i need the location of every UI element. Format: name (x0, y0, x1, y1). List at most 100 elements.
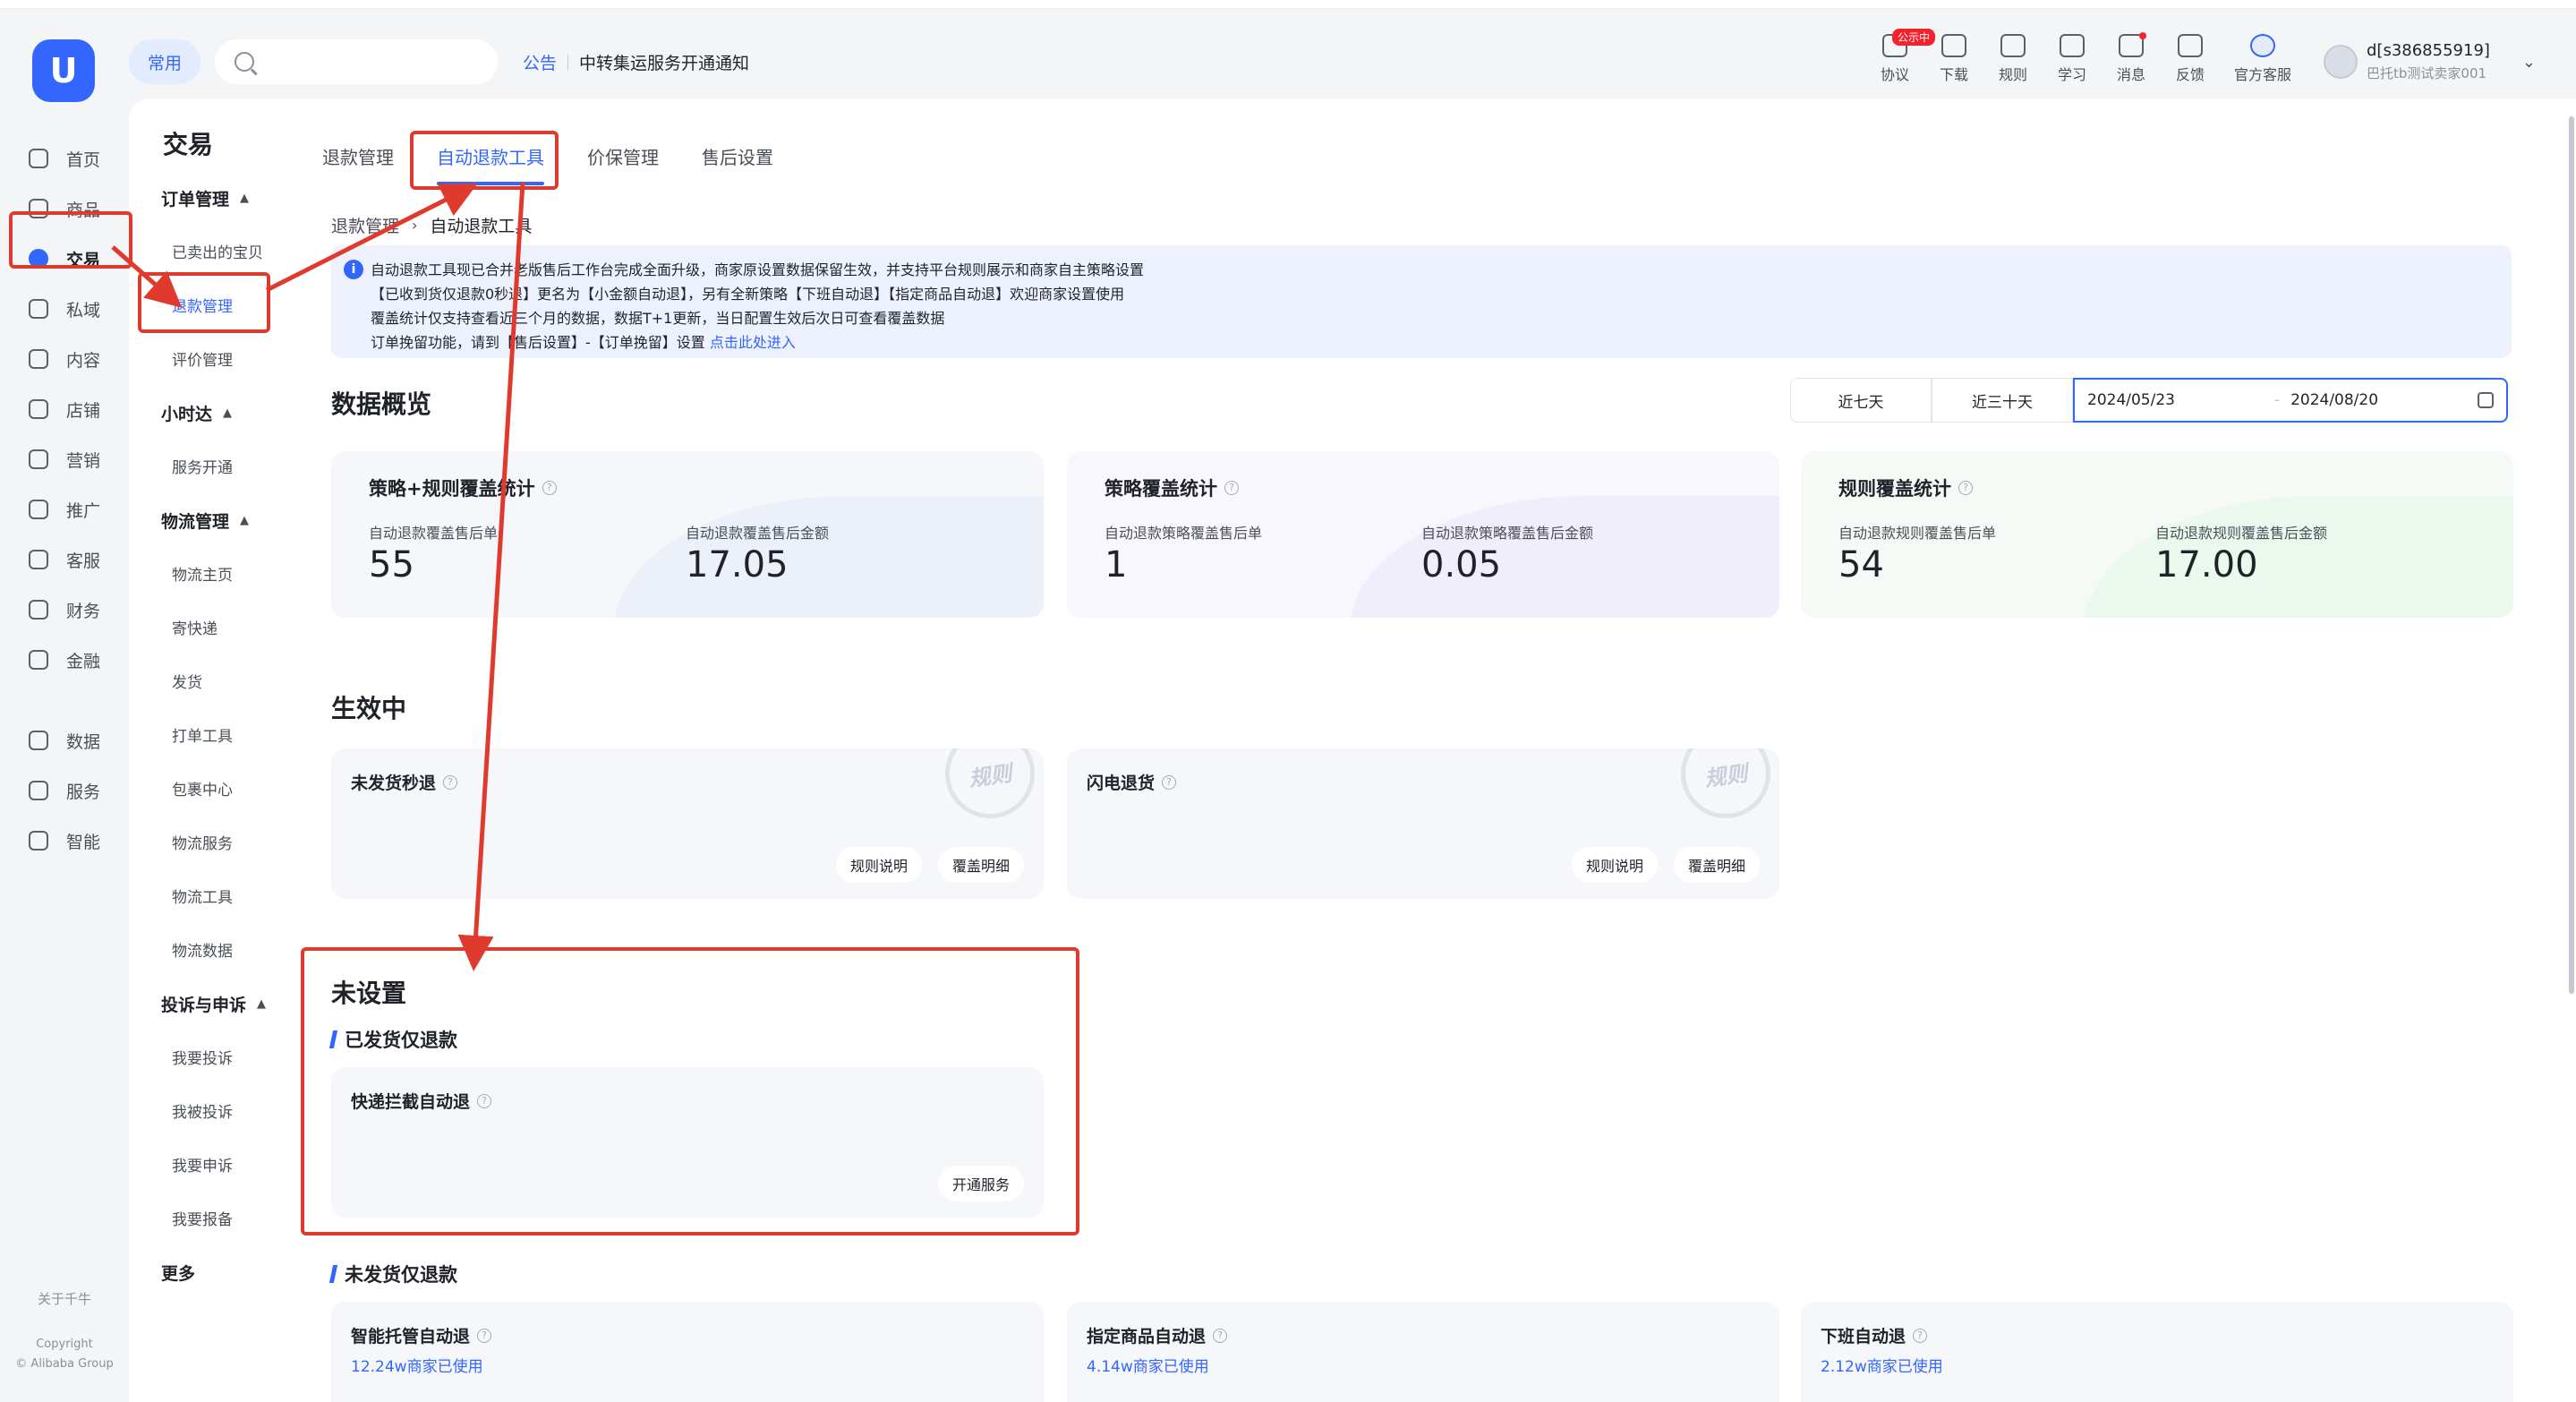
subnav-item-ship[interactable]: 发货 (172, 670, 202, 692)
feature-title-text: 未发货秒退 (351, 774, 437, 793)
end-date: 2024/08/20 (2290, 391, 2379, 409)
subnav-group-order[interactable]: 订单管理 ▲ (161, 186, 249, 210)
active-section-title: 生效中 (331, 694, 407, 723)
search-input[interactable] (267, 52, 490, 72)
subnav-item-review[interactable]: 评价管理 (172, 347, 233, 370)
subnav-item-logistics-home[interactable]: 物流主页 (172, 562, 233, 585)
stat-label: 自动退款规则覆盖售后金额 (2155, 525, 2328, 542)
subnav-group-hour[interactable]: 小时达 ▲ (161, 401, 232, 425)
date-range-picker[interactable]: 2024/05/23 - 2024/08/20 (2073, 378, 2508, 423)
help-icon[interactable]: ? (1913, 1328, 1928, 1343)
message-label: 消息 (2116, 66, 2145, 83)
avatar (2324, 45, 2358, 79)
tab-price-protection[interactable]: 价保管理 (587, 143, 659, 185)
rail-item-label: 金融 (66, 651, 101, 671)
rail-item-store[interactable]: 店铺 (0, 385, 129, 433)
stat-label: 自动退款策略覆盖售后单 (1105, 525, 1263, 542)
about-link[interactable]: 关于千牛 (0, 1289, 129, 1308)
help-icon[interactable]: ? (443, 774, 458, 790)
subnav-item-parcel[interactable]: 包裹中心 (172, 777, 233, 799)
rail-item-content[interactable]: 内容 (0, 335, 129, 383)
subnav-item-appeal[interactable]: 我要申诉 (172, 1153, 233, 1175)
agreement-button[interactable]: 公示中 协议 (1865, 29, 1936, 84)
rule-description-button[interactable]: 规则说明 (1571, 847, 1658, 883)
customer-service-button[interactable]: 官方客服 (2220, 34, 2306, 84)
start-date: 2024/05/23 (2087, 391, 2175, 409)
page-scrollbar[interactable] (2569, 116, 2574, 994)
subnav-item-complained[interactable]: 我被投诉 (172, 1099, 233, 1122)
stat-value: 0.05 (1421, 544, 1502, 586)
range-30d-button[interactable]: 近三十天 (1932, 378, 2073, 423)
range-7d-button[interactable]: 近七天 (1790, 378, 1932, 423)
group-heading-unshipped: 未发货仅退款 (328, 1261, 457, 1287)
rail-item-finance[interactable]: 财务 (0, 586, 129, 634)
subnav-item-logistics-data[interactable]: 物流数据 (172, 938, 233, 961)
learn-label: 学习 (2057, 66, 2086, 83)
download-button[interactable]: 下载 (1924, 34, 1983, 84)
subnav-item-sold[interactable]: 已卖出的宝贝 (172, 240, 263, 262)
chevron-up-icon: ▲ (240, 514, 250, 527)
subnav-item-report[interactable]: 我要报备 (172, 1207, 233, 1229)
feature-title: 指定商品自动退? (1087, 1323, 1228, 1347)
rail-item-smart[interactable]: 智能 (0, 816, 129, 865)
heading-accent (328, 1265, 338, 1283)
notice-text[interactable]: 中转集运服务开通通知 (579, 50, 749, 74)
message-button[interactable]: 消息 (2102, 32, 2161, 84)
rail-item-services[interactable]: 服务 (0, 766, 129, 815)
notice-bar[interactable]: 公告 中转集运服务开通通知 (523, 50, 749, 74)
chevron-down-icon[interactable]: ⌄ (2522, 53, 2536, 72)
subnav-item-logistics-tools[interactable]: 物流工具 (172, 885, 233, 907)
annotation-box-auto-refund-tab (410, 131, 559, 190)
help-icon[interactable]: ? (1224, 481, 1239, 495)
learn-button[interactable]: 学习 (2043, 34, 2102, 84)
subnav-more[interactable]: 更多 (161, 1261, 195, 1285)
info-link[interactable]: 点击此处进入 (710, 334, 796, 351)
help-icon[interactable]: ? (477, 1328, 492, 1343)
help-icon[interactable]: ? (1213, 1328, 1228, 1343)
rail-item-label: 推广 (66, 500, 101, 521)
feature-title: 智能托管自动退? (351, 1323, 492, 1347)
stat-card-combined: 策略+规则覆盖统计? 自动退款覆盖售后单 55 自动退款覆盖售后金额 17.05 (331, 451, 1044, 618)
breadcrumb-parent[interactable]: 退款管理 (331, 213, 399, 237)
rail-item-data[interactable]: 数据 (0, 716, 129, 765)
date-filter: 近七天 近三十天 2024/05/23 - 2024/08/20 (1790, 378, 2508, 423)
stat-title: 规则覆盖统计? (1838, 474, 1973, 501)
subnav-item-service-open[interactable]: 服务开通 (172, 455, 233, 477)
tab-after-sale-settings[interactable]: 售后设置 (702, 143, 773, 185)
coverage-detail-button[interactable]: 覆盖明细 (1673, 847, 1760, 883)
coverage-detail-button[interactable]: 覆盖明细 (937, 847, 1024, 883)
usage-count: 2.12w商家已使用 (1821, 1358, 1943, 1376)
global-search[interactable] (215, 39, 498, 84)
feedback-button[interactable]: 反馈 (2161, 34, 2220, 84)
help-icon[interactable]: ? (1162, 774, 1177, 790)
stat-value: 55 (369, 544, 414, 586)
rules-button[interactable]: 规则 (1983, 34, 2043, 84)
help-icon[interactable]: ? (1958, 481, 1973, 495)
subnav-group-complaint[interactable]: 投诉与申诉 ▲ (161, 992, 266, 1016)
feature-card-specified-product: 指定商品自动退? 4.14w商家已使用 (1067, 1302, 1779, 1402)
notice-divider (567, 54, 569, 71)
company-text: © Alibaba Group (15, 1357, 114, 1371)
subnav-group-logistics[interactable]: 物流管理 ▲ (161, 509, 249, 533)
rail-item-banking[interactable]: 金融 (0, 636, 129, 684)
user-menu[interactable]: d[s386855919] 巴托tb测试卖家001 ⌄ (2324, 41, 2536, 82)
info-last-line: 订单挽留功能，请到【售后设置】-【订单挽留】设置 (371, 334, 705, 351)
subnav-item-print[interactable]: 打单工具 (172, 723, 233, 746)
subnav-item-logistics-service[interactable]: 物流服务 (172, 831, 233, 853)
rail-item-label: 营销 (66, 450, 101, 471)
common-shortcut-button[interactable]: 常用 (129, 39, 200, 84)
rail-item-home[interactable]: 首页 (0, 134, 129, 183)
chevron-up-icon: ▲ (223, 406, 233, 420)
rail-item-promotion[interactable]: 推广 (0, 485, 129, 534)
subnav-item-complain[interactable]: 我要投诉 (172, 1046, 233, 1068)
tab-refund-management[interactable]: 退款管理 (322, 143, 394, 185)
rail-item-private[interactable]: 私域 (0, 285, 129, 333)
help-icon[interactable]: ? (542, 481, 557, 495)
rail-item-service[interactable]: 客服 (0, 535, 129, 584)
subnav-item-send-express[interactable]: 寄快递 (172, 616, 218, 638)
rule-description-button[interactable]: 规则说明 (835, 847, 922, 883)
annotation-box-unset-section (301, 947, 1079, 1235)
rail-item-marketing[interactable]: 营销 (0, 435, 129, 483)
qianniu-logo[interactable]: U (32, 39, 95, 102)
primary-nav: 首页 商品 交易 私域 内容 店铺 营销 推广 客服 财务 金融 数据 服务 智能 关于千牛 Copyrigh… (0, 98, 129, 1402)
